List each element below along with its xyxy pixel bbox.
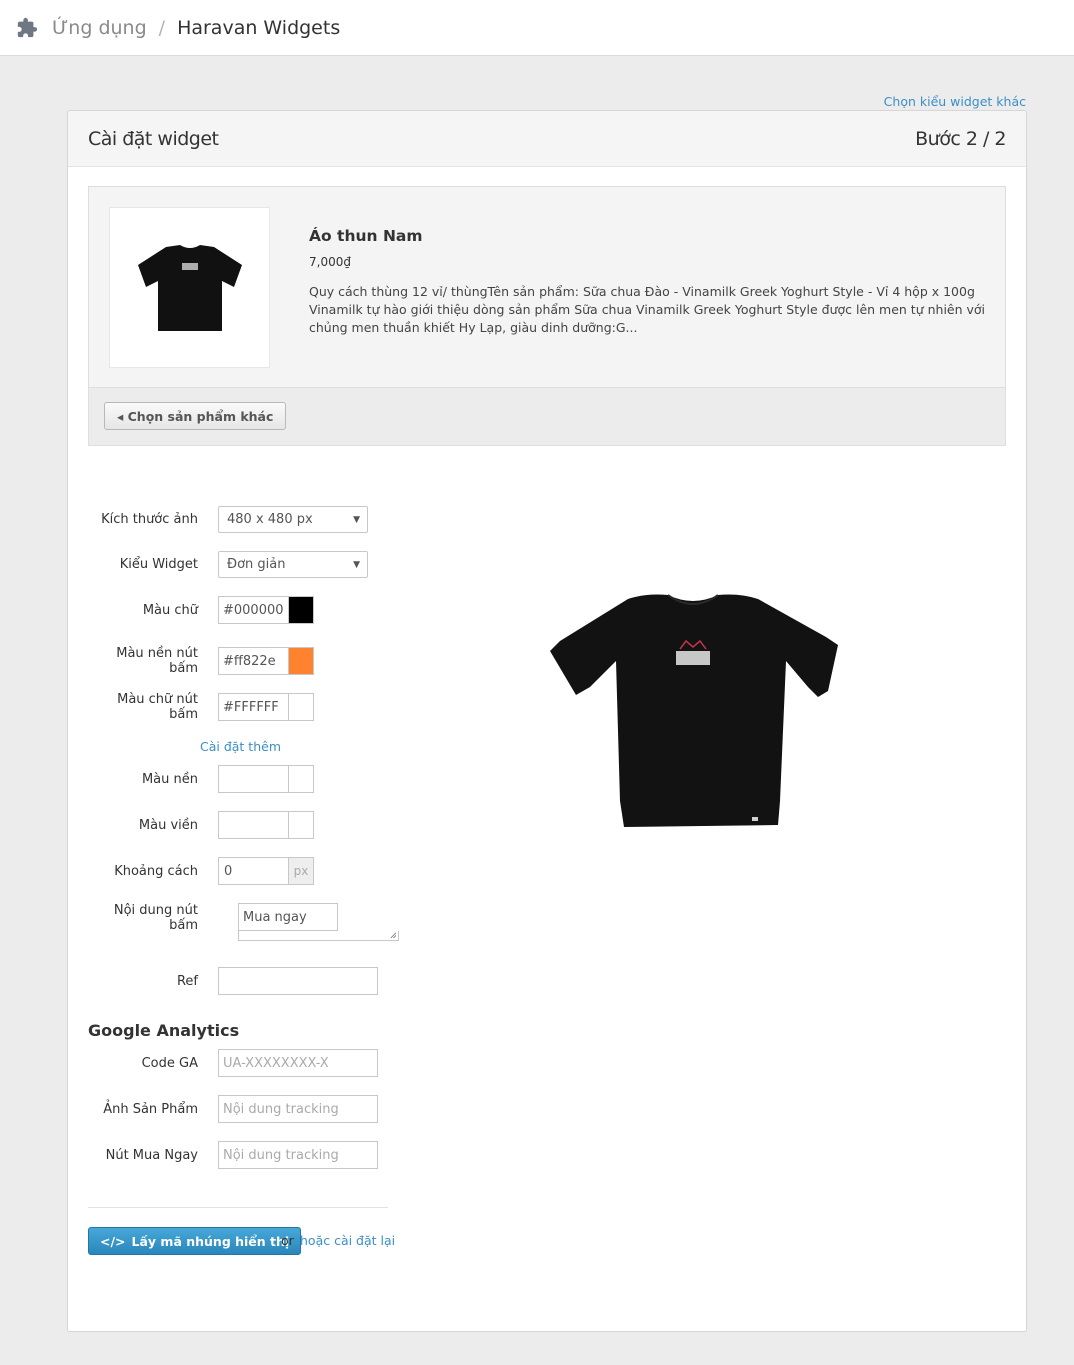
widget-type-select[interactable]: Đơn giản ▼ bbox=[218, 551, 368, 578]
form-divider bbox=[88, 1207, 388, 1208]
resize-grip-icon[interactable] bbox=[389, 931, 396, 938]
background-color-swatch[interactable] bbox=[288, 765, 314, 793]
or-text: or bbox=[281, 1233, 294, 1248]
get-embed-code-label: Lấy mã nhúng hiển thị bbox=[131, 1233, 290, 1249]
border-color-input[interactable] bbox=[218, 811, 288, 839]
button-text-color-label: Màu chữ nút bấm bbox=[117, 692, 198, 722]
border-color-row: Màu viền bbox=[88, 811, 314, 839]
product-info: Áo thun Nam 7,000₫ Quy cách thùng 12 vỉ/… bbox=[309, 227, 989, 337]
code-ga-placeholder: UA-XXXXXXXX-X bbox=[223, 1055, 329, 1071]
button-content-textarea[interactable]: Mua ngay bbox=[238, 903, 399, 950]
button-content-label: Nội dung nút bấm bbox=[113, 903, 198, 933]
chevron-down-icon: ▼ bbox=[353, 559, 360, 570]
button-text-color-input[interactable]: #FFFFFF bbox=[218, 693, 288, 721]
image-size-value: 480 x 480 px bbox=[227, 512, 313, 527]
choose-other-widget-link[interactable]: Chọn kiểu widget khác bbox=[884, 94, 1026, 109]
puzzle-icon bbox=[17, 17, 38, 37]
widget-type-value: Đơn giản bbox=[227, 557, 286, 572]
product-image-tracking-placeholder: Nội dung tracking bbox=[223, 1101, 339, 1117]
ref-input[interactable] bbox=[218, 967, 378, 995]
button-bg-input[interactable]: #ff822e bbox=[218, 647, 288, 675]
widget-type-row: Kiểu Widget Đơn giản ▼ bbox=[88, 551, 368, 578]
background-color-input[interactable] bbox=[218, 765, 288, 793]
image-size-row: Kích thước ảnh 480 x 480 px ▼ bbox=[88, 506, 368, 533]
top-bar: Ứng dụng / Haravan Widgets bbox=[0, 0, 1074, 56]
spacing-unit: px bbox=[288, 857, 314, 885]
ref-label: Ref bbox=[176, 973, 198, 989]
more-settings-link[interactable]: Cài đặt thêm bbox=[200, 739, 281, 754]
text-color-row: Màu chữ #000000 bbox=[88, 596, 314, 624]
ref-row: Ref bbox=[88, 967, 378, 995]
get-embed-code-button[interactable]: </> Lấy mã nhúng hiển thị bbox=[88, 1227, 302, 1255]
spacing-input[interactable]: 0 bbox=[218, 857, 288, 885]
code-ga-input[interactable]: UA-XXXXXXXX-X bbox=[218, 1049, 378, 1077]
button-content-input[interactable]: Mua ngay bbox=[238, 903, 338, 931]
product-name: Áo thun Nam bbox=[309, 227, 423, 245]
choose-other-product-button[interactable]: ◂ Chọn sản phẩm khác bbox=[104, 402, 287, 430]
border-color-swatch[interactable] bbox=[288, 811, 314, 839]
code-icon: </> bbox=[100, 1233, 126, 1249]
code-ga-label: Code GA bbox=[141, 1055, 198, 1071]
breadcrumb-current: Haravan Widgets bbox=[177, 16, 341, 39]
breadcrumb-separator: / bbox=[158, 16, 166, 39]
product-description: Quy cách thùng 12 vỉ/ thùngTên sản phẩm:… bbox=[309, 284, 986, 335]
widget-type-label: Kiểu Widget bbox=[119, 557, 198, 572]
image-size-label: Kích thước ảnh bbox=[101, 512, 198, 527]
product-card: Áo thun Nam 7,000₫ Quy cách thùng 12 vỉ/… bbox=[88, 186, 1006, 446]
reset-settings-link[interactable]: hoặc cài đặt lại bbox=[300, 1233, 395, 1248]
button-text-color-swatch[interactable] bbox=[288, 693, 314, 721]
button-bg-label: Màu nền nút bấm bbox=[116, 646, 198, 676]
background-color-label: Màu nền bbox=[141, 771, 198, 787]
image-size-select[interactable]: 480 x 480 px ▼ bbox=[218, 506, 368, 533]
chevron-down-icon: ▼ bbox=[353, 514, 360, 525]
product-price: 7,000₫ bbox=[309, 255, 351, 269]
panel-title: Cài đặt widget bbox=[88, 127, 219, 150]
buy-now-tracking-label: Nút Mua Ngay bbox=[105, 1147, 198, 1163]
text-color-label: Màu chữ bbox=[142, 602, 198, 618]
buy-now-tracking-row: Nút Mua Ngay Nội dung tracking bbox=[88, 1141, 378, 1169]
button-text-color-row: Màu chữ nút bấm #FFFFFF bbox=[88, 692, 314, 722]
tshirt-thumbnail-image bbox=[137, 244, 242, 331]
button-bg-swatch[interactable] bbox=[288, 647, 314, 675]
button-bg-row: Màu nền nút bấm #ff822e bbox=[88, 646, 314, 676]
widget-preview-image bbox=[546, 591, 840, 835]
text-color-swatch[interactable] bbox=[288, 596, 314, 624]
code-ga-row: Code GA UA-XXXXXXXX-X bbox=[88, 1049, 378, 1077]
product-card-footer: ◂ Chọn sản phẩm khác bbox=[89, 387, 1005, 445]
product-image-tracking-row: Ảnh Sản Phẩm Nội dung tracking bbox=[88, 1095, 378, 1123]
buy-now-tracking-input[interactable]: Nội dung tracking bbox=[218, 1141, 378, 1169]
border-color-label: Màu viền bbox=[138, 817, 198, 833]
step-indicator: Bước 2 / 2 bbox=[915, 127, 1006, 150]
buy-now-tracking-placeholder: Nội dung tracking bbox=[223, 1147, 339, 1163]
text-color-input[interactable]: #000000 bbox=[218, 596, 288, 624]
product-thumbnail bbox=[109, 207, 270, 368]
textarea-body[interactable] bbox=[238, 931, 399, 941]
product-image-tracking-label: Ảnh Sản Phẩm bbox=[103, 1101, 198, 1117]
product-image-tracking-input[interactable]: Nội dung tracking bbox=[218, 1095, 378, 1123]
widget-settings-panel: Cài đặt widget Bước 2 / 2 Áo thun Nam 7,… bbox=[67, 110, 1027, 1332]
tshirt-preview-image bbox=[550, 594, 838, 827]
google-analytics-heading: Google Analytics bbox=[88, 1021, 240, 1040]
spacing-row: Khoảng cách 0 px bbox=[88, 857, 314, 885]
spacing-label: Khoảng cách bbox=[114, 863, 198, 879]
button-content-row: Nội dung nút bấm bbox=[88, 903, 218, 933]
background-color-row: Màu nền bbox=[88, 765, 314, 793]
breadcrumb-apps[interactable]: Ứng dụng bbox=[52, 17, 147, 39]
panel-header: Cài đặt widget Bước 2 / 2 bbox=[68, 111, 1026, 167]
